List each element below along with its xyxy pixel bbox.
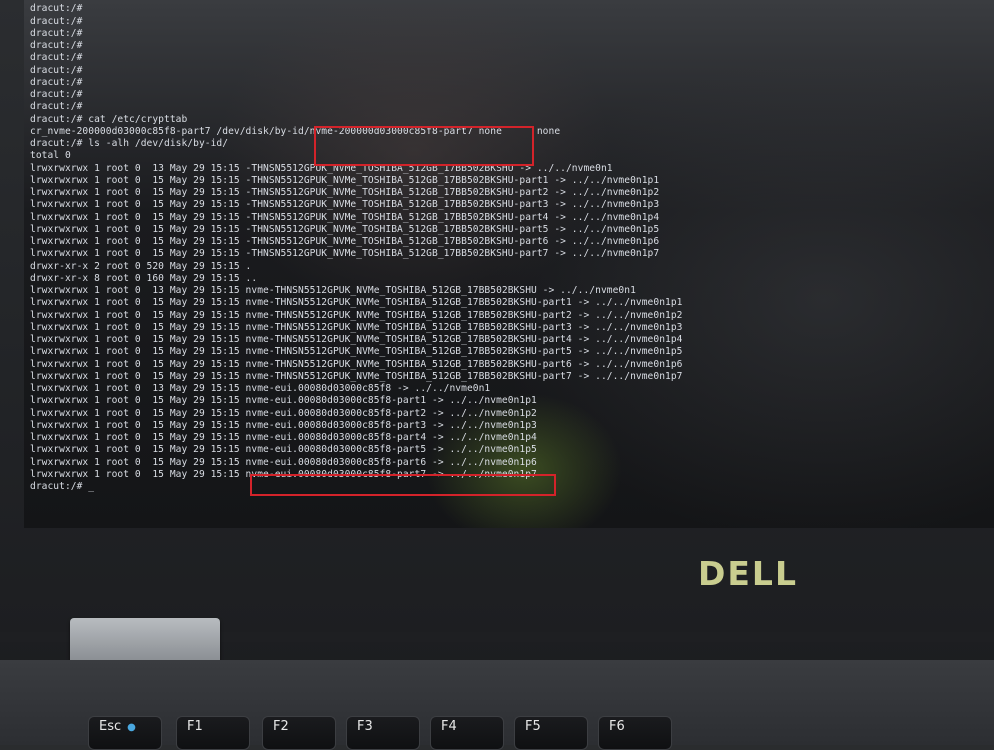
terminal-line: dracut:/# — [30, 15, 83, 27]
f1-key-label: F1 — [187, 719, 203, 734]
terminal-line: lrwxrwxrwx 1 root 0 15 May 29 15:15 -THN… — [30, 236, 660, 247]
laptop-bezel: dracut:/# dracut:/# dracut:/# dracut:/# drac… — [0, 0, 994, 680]
terminal-line: dracut:/# — [30, 27, 83, 39]
terminal-line: lrwxrwxrwx 1 root 0 15 May 29 15:15 nvme… — [30, 297, 683, 309]
terminal-line: lrwxrwxrwx 1 root 0 15 May 29 15:15 -THN… — [30, 248, 660, 260]
terminal-line: dracut:/# — [30, 101, 83, 113]
terminal-line: lrwxrwxrwx 1 root 0 15 May 29 15:15 -THN… — [30, 223, 660, 235]
terminal-line: dracut:/# — [30, 3, 83, 15]
terminal-line: dracut:/# — [30, 76, 83, 88]
lock-icon: ● — [127, 722, 136, 733]
terminal-line: lrwxrwxrwx 1 root 0 15 May 29 15:15 nvme… — [30, 346, 683, 358]
terminal-line: lrwxrwxrwx 1 root 0 15 May 29 15:15 -THN… — [30, 187, 660, 198]
terminal-line: lrwxrwxrwx 1 root 0 15 May 29 15:15 nvme… — [30, 456, 537, 468]
terminal-line: lrwxrwxrwx 1 root 0 15 May 29 15:15 nvme… — [30, 321, 683, 333]
hinge-latch — [70, 618, 220, 664]
terminal-output[interactable]: dracut:/# dracut:/# dracut:/# dracut:/# drac… — [30, 0, 970, 493]
terminal-line: lrwxrwxrwx 1 root 0 15 May 29 15:15 -THN… — [30, 211, 660, 223]
terminal-line: lrwxrwxrwx 1 root 0 15 May 29 15:15 nvme… — [30, 334, 683, 345]
highlight-crypttab-device — [314, 126, 534, 166]
terminal-line: lrwxrwxrwx 1 root 0 15 May 29 15:15 nvme… — [30, 395, 537, 407]
terminal-line: dracut:/# — [30, 52, 83, 64]
terminal-line: drwxr-xr-x 2 root 0 520 May 29 15:15 . — [30, 260, 252, 272]
terminal-line: dracut:/# cat /etc/crypttab — [30, 113, 188, 125]
f3-key-label: F3 — [357, 719, 373, 734]
terminal-line: drwxr-xr-x 8 root 0 160 May 29 15:15 .. — [30, 272, 258, 284]
terminal-line: lrwxrwxrwx 1 root 0 15 May 29 15:15 -THN… — [30, 199, 660, 211]
terminal-line: lrwxrwxrwx 1 root 0 15 May 29 15:15 -THN… — [30, 174, 660, 186]
f5-key-label: F5 — [525, 719, 541, 734]
esc-key-label: Esc — [99, 719, 122, 734]
highlight-eui-part7 — [250, 474, 556, 496]
terminal-line: dracut:/# — [30, 89, 83, 100]
f4-key-label: F4 — [441, 719, 457, 734]
terminal-line: lrwxrwxrwx 1 root 0 13 May 29 15:15 nvme… — [30, 285, 636, 296]
terminal-line: lrwxrwxrwx 1 root 0 15 May 29 15:15 nvme… — [30, 419, 537, 431]
terminal-line: lrwxrwxrwx 1 root 0 15 May 29 15:15 nvme… — [30, 309, 683, 321]
terminal-line: lrwxrwxrwx 1 root 0 15 May 29 15:15 nvme… — [30, 358, 683, 370]
f2-key-label: F2 — [273, 719, 289, 734]
dell-logo: DELL — [698, 554, 798, 593]
f6-key-label: F6 — [609, 719, 625, 734]
terminal-line: lrwxrwxrwx 1 root 0 15 May 29 15:15 nvme… — [30, 407, 537, 419]
terminal-line: dracut:/# — [30, 64, 83, 76]
terminal-screen: dracut:/# dracut:/# dracut:/# dracut:/# drac… — [24, 0, 994, 528]
terminal-line: lrwxrwxrwx 1 root 0 15 May 29 15:15 nvme… — [30, 432, 537, 443]
terminal-line: lrwxrwxrwx 1 root 0 15 May 29 15:15 nvme… — [30, 370, 683, 382]
terminal-line: lrwxrwxrwx 1 root 0 13 May 29 15:15 nvme… — [30, 383, 491, 394]
terminal-line: dracut:/# — [30, 40, 83, 51]
terminal-line: lrwxrwxrwx 1 root 0 15 May 29 15:15 nvme… — [30, 444, 537, 456]
